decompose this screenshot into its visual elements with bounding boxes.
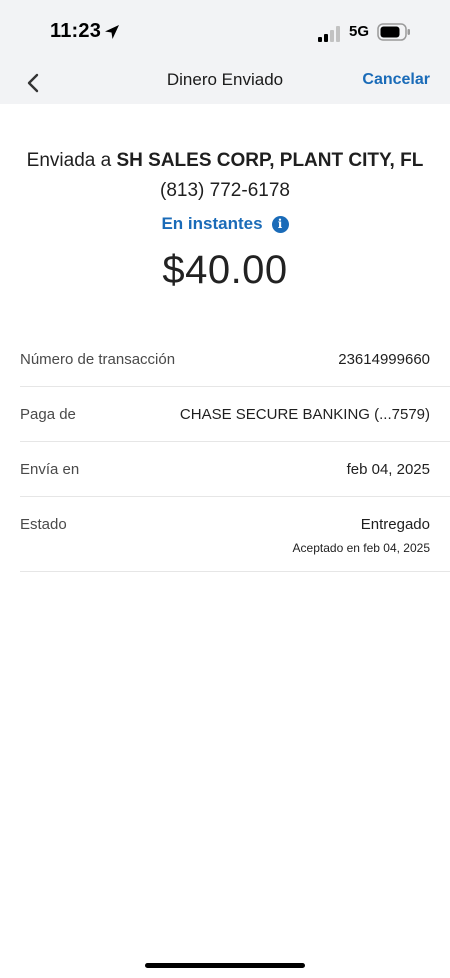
- transfer-details: Número de transacción 23614999660 Paga d…: [20, 332, 450, 572]
- delivery-speed: En instantes i: [0, 214, 450, 234]
- location-arrow-icon: [105, 25, 119, 39]
- recipient-line: Enviada a SH SALES CORP, PLANT CITY, FL: [0, 146, 450, 176]
- detail-row-pay-from: Paga de CHASE SECURE BANKING (...7579): [20, 387, 450, 442]
- detail-label: Número de transacción: [20, 351, 176, 368]
- cellular-signal-icon: [318, 26, 340, 42]
- detail-row-status: Estado Entregado Aceptado en feb 04, 202…: [20, 497, 450, 572]
- status-subvalue: Aceptado en feb 04, 2025: [292, 541, 430, 555]
- detail-label: Estado: [20, 516, 67, 533]
- recipient-phone: (813) 772-6178: [160, 180, 290, 201]
- detail-label: Envía en: [20, 461, 80, 478]
- detail-value: 23614999660: [338, 351, 430, 368]
- nav-bar: Dinero Enviado Cancelar: [0, 62, 450, 104]
- detail-value: CHASE SECURE BANKING (...7579): [179, 406, 430, 423]
- delivery-speed-label: En instantes: [161, 214, 263, 233]
- recipient-prefix: Enviada a: [26, 150, 117, 171]
- detail-row-send-on: Envía en feb 04, 2025: [20, 442, 450, 497]
- network-type-label: 5G: [349, 23, 370, 40]
- status-value: Entregado: [360, 516, 430, 533]
- sent-money-screen: 11:23 5G Dinero Enviado Cancelar Enviada…: [0, 0, 450, 978]
- home-indicator[interactable]: [145, 963, 305, 968]
- status-bar: 11:23 5G: [0, 0, 450, 62]
- detail-row-transaction-number: Número de transacción 23614999660: [20, 332, 450, 387]
- status-time: 11:23: [50, 20, 102, 42]
- cancel-button[interactable]: Cancelar: [362, 71, 430, 89]
- battery-icon: [377, 23, 410, 41]
- detail-value: feb 04, 2025: [346, 461, 430, 478]
- recipient-name: SH SALES CORP, PLANT CITY, FL: [116, 150, 424, 171]
- transfer-summary: Enviada a SH SALES CORP, PLANT CITY, FL …: [0, 146, 450, 293]
- transfer-amount: $40.00: [162, 248, 288, 292]
- detail-label: Paga de: [20, 406, 76, 423]
- info-icon[interactable]: i: [271, 215, 289, 233]
